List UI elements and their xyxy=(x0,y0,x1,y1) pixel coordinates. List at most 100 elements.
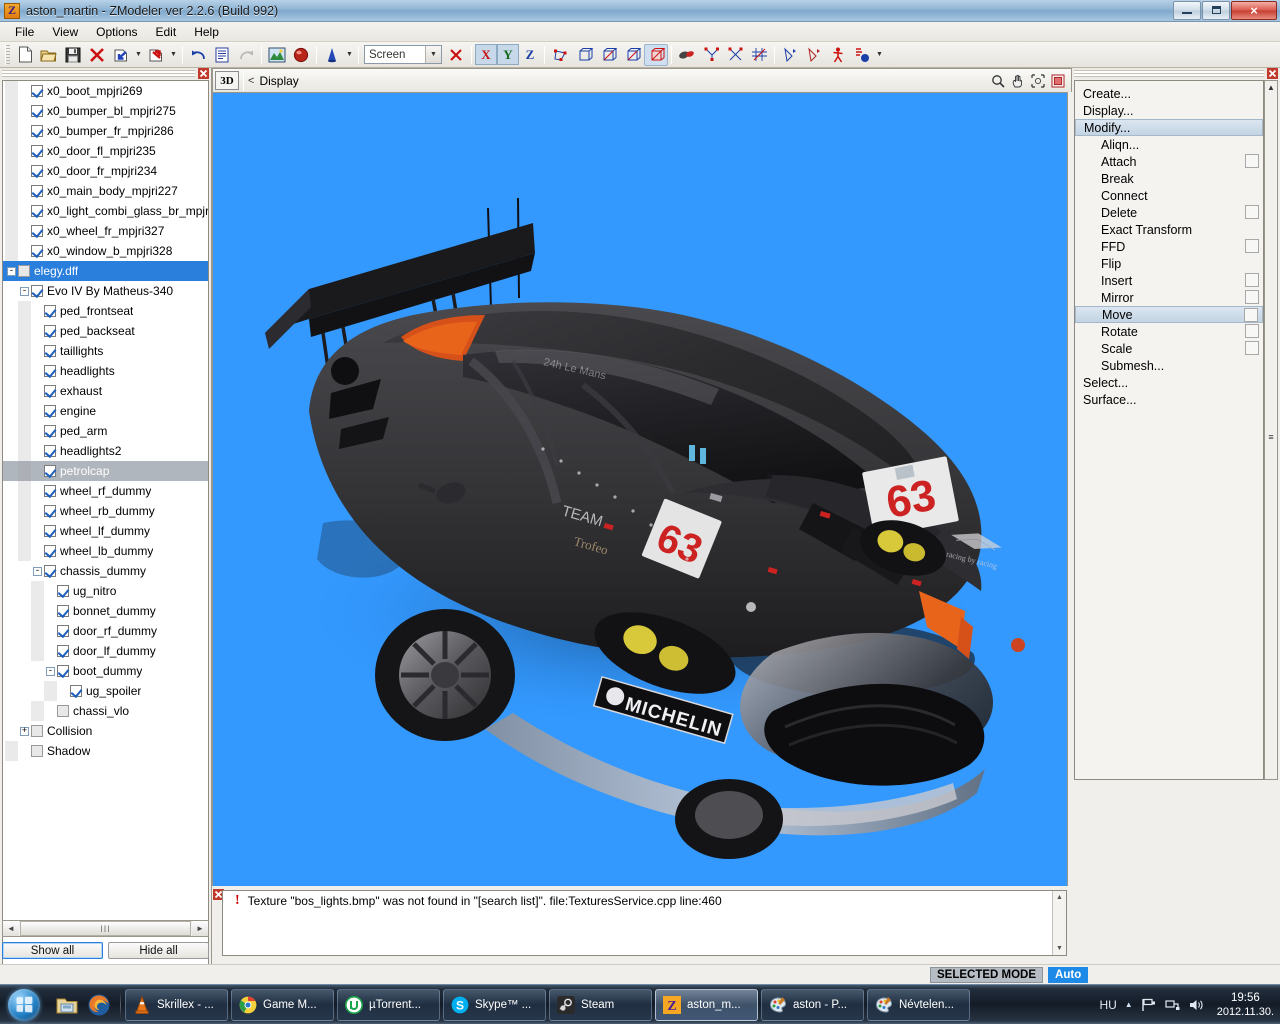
tree-item-checkbox[interactable] xyxy=(31,205,43,217)
command-item-modify[interactable]: Modify... xyxy=(1075,119,1263,136)
command-options-slot[interactable] xyxy=(1245,154,1259,168)
taskbar-item-paint-nevtelen[interactable]: Névtelen... xyxy=(867,988,970,1021)
coordinate-system-combobox[interactable]: Screen ▼ xyxy=(364,45,442,64)
undo-button[interactable] xyxy=(186,44,210,66)
firefox-button[interactable] xyxy=(86,992,112,1018)
tree-item[interactable]: ug_nitro xyxy=(3,581,208,601)
tree-collapse-icon[interactable]: - xyxy=(31,561,44,581)
tree-item-checkbox[interactable] xyxy=(31,125,43,137)
skeleton-button[interactable] xyxy=(826,44,850,66)
network-icon[interactable] xyxy=(1165,997,1181,1013)
show-hidden-icons-button[interactable]: ▲ xyxy=(1125,1000,1133,1009)
export-dropdown-arrow[interactable]: ▼ xyxy=(168,44,179,66)
uv-editor-button[interactable] xyxy=(802,44,826,66)
command-options-slot[interactable] xyxy=(1245,239,1259,253)
command-item-move[interactable]: Move xyxy=(1075,306,1263,323)
object-select-button[interactable] xyxy=(644,43,668,66)
tree-item[interactable]: ped_backseat xyxy=(3,321,208,341)
tree-item[interactable]: x0_main_body_mpjri227 xyxy=(3,181,208,201)
tree-item[interactable]: - elegy.dff xyxy=(3,261,208,281)
tree-item-checkbox[interactable] xyxy=(31,225,43,237)
taskbar-item-paint-aston[interactable]: aston - P... xyxy=(761,988,864,1021)
command-item-select[interactable]: Select... xyxy=(1075,374,1263,391)
taskbar-item-game-maker[interactable]: Game M... xyxy=(231,988,334,1021)
poly-select-button[interactable] xyxy=(620,44,644,66)
axis-x-button[interactable]: X xyxy=(475,44,497,65)
tree-item-checkbox[interactable] xyxy=(44,425,56,437)
flag-action-center-icon[interactable] xyxy=(1141,997,1157,1013)
render-button[interactable] xyxy=(289,44,313,66)
tree-item[interactable]: x0_bumper_fr_mpjri286 xyxy=(3,121,208,141)
viewport-back-chevron-icon[interactable]: < xyxy=(248,75,254,87)
tree-item-checkbox[interactable] xyxy=(31,85,43,97)
axis-z-button[interactable]: Z xyxy=(519,44,541,65)
command-item-exact-transform[interactable]: Exact Transform xyxy=(1075,221,1263,238)
tree-item[interactable]: wheel_lf_dummy xyxy=(3,521,208,541)
3d-viewport-canvas[interactable]: 24h Le Mans 63 63 TEAM Trofeo racing by … xyxy=(212,92,1068,887)
grid-snap-button[interactable] xyxy=(747,44,771,66)
tree-item[interactable]: x0_window_b_mpjri328 xyxy=(3,241,208,261)
commands-panel-grip[interactable] xyxy=(1072,68,1280,79)
command-item-submesh[interactable]: Submesh... xyxy=(1075,357,1263,374)
menu-item-help[interactable]: Help xyxy=(185,23,228,41)
start-button[interactable] xyxy=(2,987,46,1023)
tree-item[interactable]: x0_door_fr_mpjri234 xyxy=(3,161,208,181)
command-item-flip[interactable]: Flip xyxy=(1075,255,1263,272)
tree-item[interactable]: + Collision xyxy=(3,721,208,741)
tree-item[interactable]: headlights2 xyxy=(3,441,208,461)
tree-collapse-icon[interactable]: - xyxy=(44,661,57,681)
explorer-button[interactable] xyxy=(54,992,80,1018)
command-item-rotate[interactable]: Rotate xyxy=(1075,323,1263,340)
close-button[interactable]: × xyxy=(1231,0,1277,20)
axis-y-button[interactable]: Y xyxy=(497,44,519,65)
tree-item-checkbox[interactable] xyxy=(31,145,43,157)
tree-item-checkbox[interactable] xyxy=(44,305,56,317)
command-options-slot[interactable] xyxy=(1245,273,1259,287)
command-item-insert[interactable]: Insert xyxy=(1075,272,1263,289)
taskbar-item-utorrent[interactable]: µTorrent... xyxy=(337,988,440,1021)
properties-button[interactable] xyxy=(210,44,234,66)
command-item-display[interactable]: Display... xyxy=(1075,102,1263,119)
command-item-connect[interactable]: Connect xyxy=(1075,187,1263,204)
edge-select-button[interactable] xyxy=(572,44,596,66)
tree-item-checkbox[interactable] xyxy=(31,745,43,757)
log-scroll-up-arrow[interactable]: ▲ xyxy=(1054,891,1066,904)
delete-button[interactable] xyxy=(85,44,109,66)
command-item-break[interactable]: Break xyxy=(1075,170,1263,187)
maximize-button[interactable] xyxy=(1202,0,1230,20)
taskbar-item-steam[interactable]: Steam xyxy=(549,988,652,1021)
menu-item-edit[interactable]: Edit xyxy=(147,23,186,41)
menu-item-view[interactable]: View xyxy=(43,23,87,41)
taskbar-item-skype[interactable]: S Skype™ ... xyxy=(443,988,546,1021)
tree-item-checkbox[interactable] xyxy=(44,345,56,357)
tree-item[interactable]: - boot_dummy xyxy=(3,661,208,681)
tree-item-checkbox[interactable] xyxy=(44,405,56,417)
log-message-list[interactable]: ! Texture "bos_lights.bmp" was not found… xyxy=(222,890,1067,956)
tree-item[interactable]: x0_boot_mpjri269 xyxy=(3,81,208,101)
tree-item[interactable]: headlights xyxy=(3,361,208,381)
tree-item[interactable]: x0_wheel_fr_mpjri327 xyxy=(3,221,208,241)
tree-item-checkbox[interactable] xyxy=(57,605,69,617)
scroll-right-arrow[interactable]: ► xyxy=(192,921,208,936)
objects-panel-close-button[interactable] xyxy=(197,67,210,80)
tree-item[interactable]: x0_door_fl_mpjri235 xyxy=(3,141,208,161)
taskbar-clock[interactable]: 19:56 2012.11.30. xyxy=(1213,991,1274,1019)
tree-item[interactable]: wheel_rf_dummy xyxy=(3,481,208,501)
cone-dropdown-arrow[interactable]: ▼ xyxy=(344,44,355,66)
object-tree[interactable]: x0_boot_mpjri269 x0_bumper_bl_mpjri275 x0_… xyxy=(2,80,209,980)
command-options-slot[interactable] xyxy=(1245,341,1259,355)
tree-item-checkbox[interactable] xyxy=(31,285,43,297)
viewport-3d-button[interactable]: 3D xyxy=(215,71,239,90)
tree-item[interactable]: wheel_lb_dummy xyxy=(3,541,208,561)
redo-button[interactable] xyxy=(234,44,258,66)
tree-item-checkbox[interactable] xyxy=(44,485,56,497)
tree-item[interactable]: Shadow xyxy=(3,741,208,761)
close-toolbar-button[interactable] xyxy=(444,44,468,66)
tree-item[interactable]: chassi_vlo xyxy=(3,701,208,721)
log-scroll-down-arrow[interactable]: ▼ xyxy=(1054,942,1066,955)
commands-vertical-scrollbar[interactable]: ▲ ≡ xyxy=(1264,80,1278,780)
cone-tool-button[interactable] xyxy=(320,44,344,66)
tree-item[interactable]: ped_arm xyxy=(3,421,208,441)
tree-item[interactable]: - Evo IV By Matheus-340 xyxy=(3,281,208,301)
tree-item[interactable]: x0_light_combi_glass_br_mpjri29 xyxy=(3,201,208,221)
